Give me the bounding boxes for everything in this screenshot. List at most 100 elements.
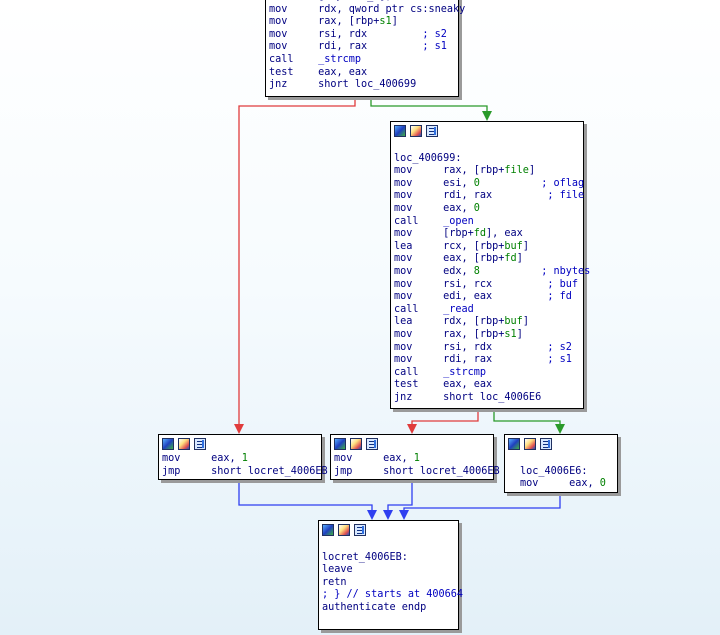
code-block-top[interactable]: mov [rbp+var_8], 0mov rdx, qword ptr cs:… [265,0,465,97]
code-text: call [394,303,444,315]
code-line[interactable]: lea rdx, [rbp+buf] [394,316,583,329]
code-line[interactable]: mov edx, 8 ; nbytes [394,266,590,279]
code-block-locret-4006eb[interactable]: locret_4006EB: leave retn; } // starts at … [318,520,463,630]
code-line[interactable]: authenticate endp [322,602,458,615]
code-symbol: buf [504,240,523,252]
code-block-loc-400699[interactable]: loc_400699: mov rax, [rbp+file] mov esi, 0… [390,121,590,409]
code-line[interactable]: test eax, eax [394,379,583,392]
block-header [505,435,617,453]
code-line[interactable]: mov esi, 0 ; oflag [394,178,584,191]
code-line[interactable]: call _open [394,216,583,229]
code-block-fail-2[interactable]: mov eax, 1 jmp short locret_4006EB [330,434,500,480]
code-line[interactable]: test eax, eax [269,67,458,80]
code-line[interactable] [520,453,617,466]
code-line[interactable]: mov rax, [rbp+s1] [269,16,458,29]
code-text: call [269,53,319,65]
code-line[interactable]: mov rdx, qword ptr cs:sneaky [269,4,465,17]
code-line[interactable]: jmp short locret_4006EB [162,466,328,479]
text-view-icon[interactable] [194,438,206,450]
code-line[interactable]: mov eax, 0 [520,478,617,491]
color-block-icon[interactable] [410,125,422,137]
code-block-fail-1[interactable]: mov eax, 1 jmp short locret_4006EB [158,434,328,480]
code-line[interactable]: mov edi, eax ; fd [394,291,583,304]
code-text: lea rdx, [rbp+ [394,316,505,328]
code-line[interactable]: call _strcmp [394,367,583,380]
code-line[interactable]: ; } // starts at 400664 [322,589,463,602]
edge-unconditional[interactable] [387,480,413,510]
code-text: mov eax, [394,202,474,214]
code-line[interactable]: mov rdi, rax ; file [394,190,585,203]
code-line[interactable]: mov eax, 1 [334,453,493,466]
color-block-icon[interactable] [524,438,536,450]
code-line[interactable]: mov rsi, rdx ; s2 [269,29,458,42]
flow-graph-canvas[interactable]: mov [rbp+var_8], 0mov rdx, qword ptr cs:… [0,0,720,635]
code-line[interactable]: mov rsi, rcx ; buf [394,279,583,292]
code-number: 0 [473,202,480,214]
code-line[interactable]: mov eax, 0 [394,203,583,216]
edge-unconditional[interactable] [403,493,561,510]
code-line[interactable]: jmp short locret_4006EB [334,466,500,479]
color-block-icon[interactable] [338,524,350,536]
code-text: jnz short loc_400699 [269,79,417,91]
graph-overview-icon[interactable] [162,438,174,450]
code-line[interactable]: mov rdi, rax ; s1 [269,41,458,54]
code-text: lea rcx, [rbp+ [394,240,505,252]
block-header [331,435,493,453]
code-line[interactable]: mov rax, [rbp+file] [394,165,583,178]
block-header [159,435,321,453]
edge-false[interactable] [411,409,479,424]
code-line[interactable]: call _strcmp [269,54,458,67]
code-line[interactable]: mov rax, [rbp+s1] [394,329,583,342]
graph-overview-icon[interactable] [334,438,346,450]
code-line[interactable]: loc_400699: [394,153,583,166]
edge-unconditional[interactable] [238,480,373,510]
code-line[interactable]: jnz short loc_400699 [269,79,458,92]
code-line[interactable]: lea rcx, [rbp+buf] [394,241,583,254]
code-line[interactable]: mov rsi, rdx ; s2 [394,342,583,355]
code-line[interactable]: loc_4006E6: [520,466,617,479]
code-line[interactable]: mov [rbp+fd], eax [394,228,583,241]
code-number: 1 [241,453,248,464]
edge-true[interactable] [493,409,561,424]
code-text: mov rax, [rbp+ [269,16,380,28]
code-line[interactable]: locret_4006EB: [322,552,458,565]
text-view-icon[interactable] [354,524,366,536]
code-line[interactable]: retn [322,577,458,590]
code-comment: ; file [547,190,585,202]
code-comment: ; } // starts at 400664 [322,589,464,601]
code-text: mov [rbp+var_8], 0 [269,0,404,2]
code-text: locret_4006EB: [322,551,408,563]
text-view-icon[interactable] [540,438,552,450]
code-text: mov rdx, qword ptr cs:sneaky [269,3,466,15]
code-text: mov eax, [rbp+ [394,253,505,265]
code-line[interactable]: mov eax, 1 [162,453,321,466]
text-view-icon[interactable] [426,125,438,137]
text-view-icon[interactable] [366,438,378,450]
code-line[interactable] [394,140,583,153]
edge-arrowhead [399,510,409,520]
code-text: mov eax, [520,478,600,490]
code-text: test eax, eax [394,379,493,391]
edge-false[interactable] [238,97,356,424]
code-line[interactable]: leave [322,564,458,577]
graph-overview-icon[interactable] [394,125,406,137]
edge-arrowhead [407,424,417,434]
code-text: authenticate endp [322,601,427,613]
code-block-loc-4006e6[interactable]: loc_4006E6: mov eax, 0 [504,434,618,493]
color-block-icon[interactable] [178,438,190,450]
code-comment: _read [443,303,474,315]
code-line[interactable]: mov eax, [rbp+fd] [394,253,583,266]
code-line[interactable]: mov rdi, rax ; s1 [394,354,583,367]
code-line[interactable] [322,539,458,552]
edge-true[interactable] [370,97,488,111]
code-text: mov rdi, rax [394,190,548,202]
code-line[interactable]: jnz short loc_4006E6 [394,392,583,405]
color-block-icon[interactable] [350,438,362,450]
graph-overview-icon[interactable] [508,438,520,450]
graph-overview-icon[interactable] [322,524,334,536]
code-line[interactable]: call _read [394,304,583,317]
edge-arrowhead [482,111,492,121]
code-comment: _strcmp [443,366,487,378]
